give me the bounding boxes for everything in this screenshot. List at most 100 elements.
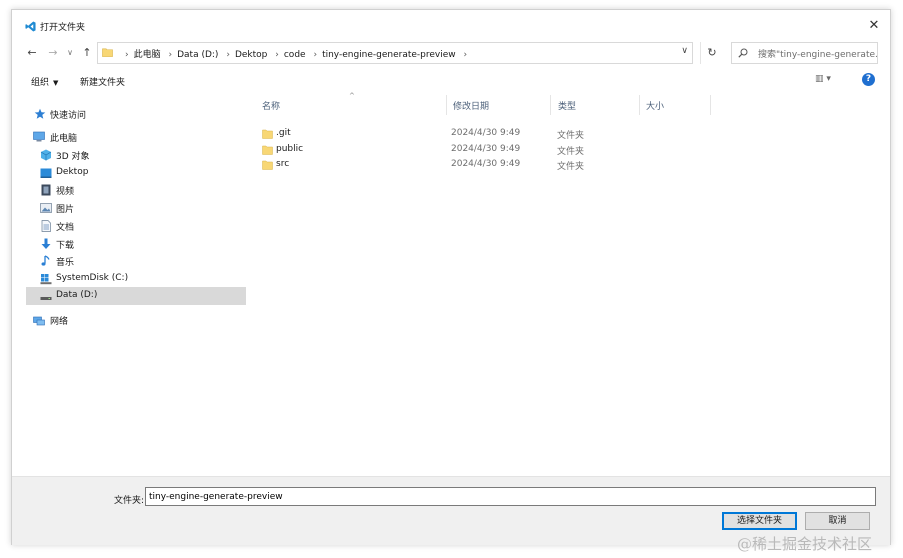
breadcrumb-dektop[interactable]: Dektop bbox=[235, 50, 267, 60]
folder-icon bbox=[262, 145, 273, 155]
forward-arrow-icon[interactable]: → bbox=[46, 46, 60, 60]
sidebar-item-label: 下载 bbox=[56, 241, 75, 251]
breadcrumb-data-drive[interactable]: Data (D:) bbox=[177, 50, 218, 60]
sidebar-item-videos[interactable]: 视频 bbox=[26, 181, 246, 199]
drive-icon bbox=[40, 297, 52, 300]
breadcrumb-separator: › bbox=[168, 50, 173, 60]
breadcrumb-this-pc[interactable]: 此电脑 bbox=[134, 50, 161, 60]
help-icon[interactable]: ? bbox=[862, 73, 875, 86]
sidebar-item-label: 文档 bbox=[56, 223, 75, 233]
organize-label: 组织 bbox=[31, 78, 50, 88]
file-type: 文件夹 bbox=[557, 131, 585, 141]
sidebar-item-label: Data (D:) bbox=[56, 290, 98, 300]
sidebar-item-documents[interactable]: 文档 bbox=[26, 217, 246, 235]
navigation-bar: ← → ∨ ↑ › 此电脑 › Data (D:) › Dektop › code › t… bbox=[12, 41, 890, 67]
video-icon bbox=[41, 184, 51, 196]
sidebar-item-system-disk[interactable]: SystemDisk (C:) bbox=[26, 270, 246, 288]
star-icon bbox=[34, 108, 46, 119]
breadcrumb-separator: › bbox=[125, 50, 129, 60]
folder-icon bbox=[102, 48, 113, 57]
breadcrumb-separator: › bbox=[275, 50, 279, 60]
sort-ascending-icon: ^ bbox=[349, 92, 355, 100]
view-options-icon[interactable]: ▥ ▾ bbox=[815, 74, 845, 88]
new-folder-button[interactable]: 新建文件夹 bbox=[80, 75, 125, 88]
sidebar-item-3d-objects[interactable]: 3D 对象 bbox=[26, 146, 246, 164]
table-row[interactable]: public 2024/4/30 9:49 文件夹 bbox=[262, 143, 592, 158]
breadcrumb: › 此电脑 › Data (D:) › Dektop › code › tiny-engi… bbox=[120, 47, 472, 60]
file-type: 文件夹 bbox=[557, 147, 585, 157]
sidebar-item-network[interactable]: 网络 bbox=[26, 311, 246, 329]
music-icon bbox=[41, 255, 50, 266]
file-name: src bbox=[276, 159, 290, 169]
table-row[interactable]: src 2024/4/30 9:49 文件夹 bbox=[262, 158, 592, 173]
breadcrumb-separator[interactable]: › bbox=[464, 50, 468, 60]
chevron-down-icon[interactable]: ∨ bbox=[681, 46, 688, 56]
command-toolbar: 组织 ▼ 新建文件夹 ▥ ▾ ? bbox=[12, 71, 890, 93]
sidebar-item-music[interactable]: 音乐 bbox=[26, 252, 246, 270]
sidebar-item-label: 视频 bbox=[56, 187, 75, 197]
folder-name-label: 文件夹: bbox=[114, 496, 145, 506]
folder-icon bbox=[262, 160, 273, 170]
up-arrow-icon[interactable]: ↑ bbox=[80, 46, 94, 60]
column-divider[interactable] bbox=[639, 95, 640, 115]
open-folder-dialog: 打开文件夹 ✕ ← → ∨ ↑ › 此电脑 › Data (D:) › Dektop … bbox=[11, 9, 891, 545]
sidebar-item-this-pc[interactable]: 此电脑 bbox=[26, 128, 246, 146]
sidebar-item-dektop[interactable]: Dektop bbox=[26, 164, 246, 182]
recent-locations-icon[interactable]: ∨ bbox=[63, 46, 77, 60]
search-placeholder: 搜索"tiny-engine-generate... bbox=[758, 50, 878, 60]
breadcrumb-current-folder[interactable]: tiny-engine-generate-preview bbox=[322, 50, 456, 60]
refresh-icon[interactable]: ↻ bbox=[700, 42, 723, 64]
sidebar-item-label: 此电脑 bbox=[50, 134, 78, 144]
breadcrumb-code[interactable]: code bbox=[284, 50, 306, 60]
system-drive-icon bbox=[40, 274, 52, 285]
vscode-icon bbox=[25, 21, 36, 32]
title-bar: 打开文件夹 ✕ bbox=[12, 10, 890, 40]
select-folder-button[interactable]: 选择文件夹 bbox=[722, 512, 797, 530]
column-header-name[interactable]: 名称 bbox=[262, 99, 280, 112]
document-icon bbox=[41, 220, 51, 232]
column-divider[interactable] bbox=[550, 95, 551, 115]
watermark: @稀土掘金技术社区 bbox=[737, 535, 873, 553]
desktop-icon bbox=[40, 168, 52, 178]
sidebar-item-label: 快速访问 bbox=[50, 111, 87, 121]
column-header-size[interactable]: 大小 bbox=[646, 99, 664, 112]
sidebar-item-quick-access[interactable]: 快速访问 bbox=[26, 105, 246, 123]
picture-icon bbox=[40, 203, 52, 213]
cancel-button[interactable]: 取消 bbox=[805, 512, 870, 530]
table-row[interactable]: .git 2024/4/30 9:49 文件夹 bbox=[262, 127, 592, 142]
sidebar-item-label: 网络 bbox=[50, 317, 69, 327]
file-date: 2024/4/30 9:49 bbox=[451, 128, 521, 138]
file-name: .git bbox=[276, 128, 291, 138]
breadcrumb-separator: › bbox=[226, 50, 230, 60]
navigation-pane: 快速访问 此电脑 3D 对象 Dektop 视频 图片 文档 下载 音乐 Sys… bbox=[26, 95, 246, 475]
window-title: 打开文件夹 bbox=[40, 23, 86, 33]
file-name: public bbox=[276, 144, 304, 154]
column-header-type[interactable]: 类型 bbox=[558, 99, 576, 112]
sidebar-item-label: Dektop bbox=[56, 167, 89, 177]
sidebar-item-label: 图片 bbox=[56, 205, 75, 215]
sidebar-item-label: 3D 对象 bbox=[56, 152, 90, 162]
organize-menu-button[interactable]: 组织 ▼ bbox=[31, 75, 58, 88]
address-bar[interactable]: › 此电脑 › Data (D:) › Dektop › code › tiny-engi… bbox=[97, 42, 693, 64]
sidebar-item-downloads[interactable]: 下载 bbox=[26, 235, 246, 253]
back-arrow-icon[interactable]: ← bbox=[25, 46, 39, 60]
file-date: 2024/4/30 9:49 bbox=[451, 159, 521, 169]
sidebar-item-label: SystemDisk (C:) bbox=[56, 273, 129, 283]
folder-icon bbox=[262, 129, 273, 139]
computer-icon bbox=[33, 131, 45, 142]
file-date: 2024/4/30 9:49 bbox=[451, 144, 521, 154]
close-icon[interactable]: ✕ bbox=[864, 16, 884, 36]
column-header-date[interactable]: 修改日期 bbox=[453, 99, 489, 112]
sidebar-item-pictures[interactable]: 图片 bbox=[26, 199, 246, 217]
column-divider[interactable] bbox=[710, 95, 711, 115]
search-icon bbox=[738, 48, 748, 58]
folder-name-input[interactable] bbox=[145, 487, 876, 506]
search-box[interactable]: 搜索"tiny-engine-generate... bbox=[731, 42, 878, 64]
sidebar-item-data-drive[interactable]: Data (D:) bbox=[26, 287, 246, 305]
caret-down-icon: ▼ bbox=[53, 79, 59, 87]
network-icon bbox=[33, 316, 45, 326]
file-list: ^ 名称 修改日期 类型 大小 .git 2024/4/30 9:49 文件夹 … bbox=[248, 92, 888, 475]
cube-icon bbox=[40, 149, 52, 161]
sidebar-item-label: 音乐 bbox=[56, 258, 75, 268]
column-divider[interactable] bbox=[446, 95, 447, 115]
